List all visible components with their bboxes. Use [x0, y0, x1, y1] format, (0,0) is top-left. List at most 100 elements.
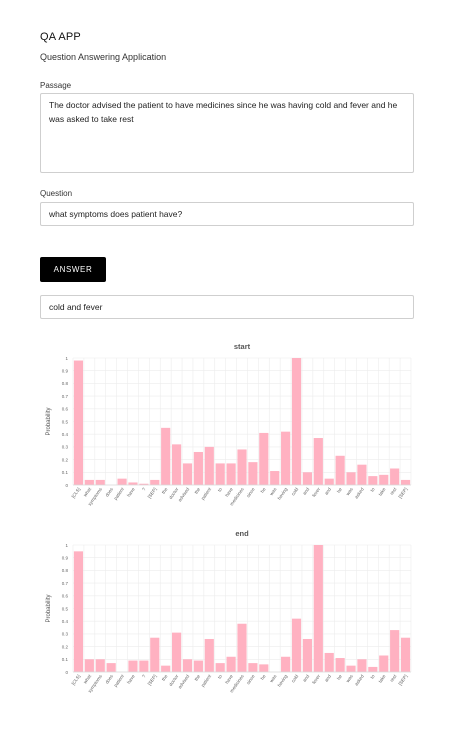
bar	[324, 478, 334, 485]
bar	[226, 463, 236, 485]
x-tick-label: take	[377, 673, 386, 683]
bar	[302, 472, 312, 485]
x-tick-label: was	[345, 486, 354, 496]
bar	[161, 427, 171, 485]
start-chart: start 0 0.1 0.2 0.3 0.4 0.5 0.6 0.7 0.8 0.9 1 Probab…	[40, 338, 414, 516]
x-tick-label: [SEP]	[398, 674, 409, 686]
bar	[400, 637, 411, 672]
bar	[139, 660, 149, 672]
bar	[172, 632, 182, 672]
bar	[346, 472, 356, 485]
x-tick-label: and	[302, 673, 311, 683]
y-tick-label: 0.6	[62, 594, 69, 599]
x-tick-label: fever	[311, 673, 321, 685]
y-tick-label: 0	[65, 670, 68, 675]
passage-textarea[interactable]: The doctor advised the patient to have m…	[40, 93, 414, 173]
x-tick-label: was	[269, 486, 278, 496]
bar	[248, 663, 258, 672]
x-tick-label: he	[336, 486, 343, 493]
x-tick-label: and	[302, 486, 311, 496]
y-tick-label: 0.3	[62, 445, 69, 450]
x-tick-label: fever	[311, 486, 321, 498]
x-tick-label: have	[126, 486, 136, 497]
app-subtitle: Question Answering Application	[40, 52, 167, 62]
chart-title: end	[235, 529, 249, 538]
y-tick-label: 0.5	[62, 606, 69, 611]
x-tick-label: to	[217, 673, 224, 679]
bar	[193, 451, 203, 485]
bar	[368, 476, 378, 485]
bar	[226, 656, 236, 672]
x-tick-label: since	[245, 486, 256, 498]
y-tick-label: 0.5	[62, 419, 69, 424]
x-tick-label: was	[345, 673, 354, 683]
y-tick-label: 0.8	[62, 568, 69, 573]
x-tick-label: to	[217, 486, 224, 492]
bar	[335, 658, 345, 672]
bar	[324, 652, 334, 672]
x-tick-label: [CLS]	[71, 674, 82, 686]
question-input[interactable]	[40, 202, 414, 226]
x-tick-label: he	[260, 486, 267, 493]
question-label: Question	[40, 189, 73, 198]
y-tick-label: 0.7	[62, 581, 69, 586]
y-tick-label: 0.1	[62, 657, 69, 662]
x-tick-label: the	[161, 673, 169, 681]
answer-output[interactable]	[40, 295, 414, 319]
x-tick-label: [SEP]	[147, 674, 158, 686]
bar	[346, 665, 356, 672]
x-tick-label: asked	[354, 673, 365, 686]
bar	[161, 665, 171, 672]
x-tick-label: and	[324, 673, 333, 683]
chart-title: start	[234, 342, 251, 351]
x-tick-label: what	[83, 486, 93, 497]
x-tick-label: have	[224, 673, 234, 684]
y-axis-label: Probability	[46, 407, 52, 435]
y-tick-label: 0.4	[62, 432, 69, 437]
bar	[281, 431, 291, 485]
bar	[400, 479, 411, 485]
bar	[390, 630, 400, 672]
x-tick-label: [SEP]	[398, 487, 409, 499]
bar	[84, 659, 94, 672]
bar	[150, 637, 160, 672]
bar	[270, 471, 280, 485]
bar	[281, 656, 291, 672]
bar	[73, 551, 84, 672]
bar	[302, 638, 312, 672]
x-tick-label: ?	[141, 486, 147, 491]
bar	[95, 479, 105, 485]
x-tick-label: patient	[200, 486, 212, 501]
y-tick-label: 0.3	[62, 632, 69, 637]
x-tick-label: since	[245, 673, 256, 685]
y-tick-label: 1	[65, 543, 68, 548]
y-tick-label: 0.1	[62, 470, 69, 475]
x-tick-label: having	[277, 673, 289, 687]
bar	[313, 545, 323, 672]
x-tick-label: cold	[290, 673, 299, 683]
x-tick-label: have	[126, 673, 136, 684]
bar	[204, 446, 214, 485]
x-tick-label: he	[336, 673, 343, 680]
bar	[182, 463, 193, 485]
x-tick-label: rest	[389, 673, 398, 683]
app-title: QA APP	[40, 31, 81, 43]
y-axis-label: Probability	[46, 594, 52, 622]
bar	[357, 659, 367, 672]
answer-button[interactable]: ANSWER	[40, 257, 106, 282]
y-tick-label: 0	[65, 483, 68, 488]
x-tick-label: what	[83, 673, 93, 684]
bar	[291, 618, 302, 672]
x-tick-label: advised	[177, 486, 190, 502]
bar	[259, 432, 269, 485]
x-tick-label: was	[269, 673, 278, 683]
bar	[73, 360, 84, 485]
passage-label: Passage	[40, 81, 72, 90]
x-tick-label: rest	[389, 486, 398, 496]
x-tick-label: cold	[290, 486, 299, 496]
x-tick-label: take	[377, 486, 386, 496]
x-tick-label: to	[369, 486, 376, 492]
y-tick-label: 0.7	[62, 394, 69, 399]
x-tick-label: and	[324, 486, 333, 496]
end-chart-svg: end 0 0.1 0.2 0.3 0.4 0.5 0.6 0.7 0.8 0.9 1 Probabil…	[46, 529, 412, 694]
